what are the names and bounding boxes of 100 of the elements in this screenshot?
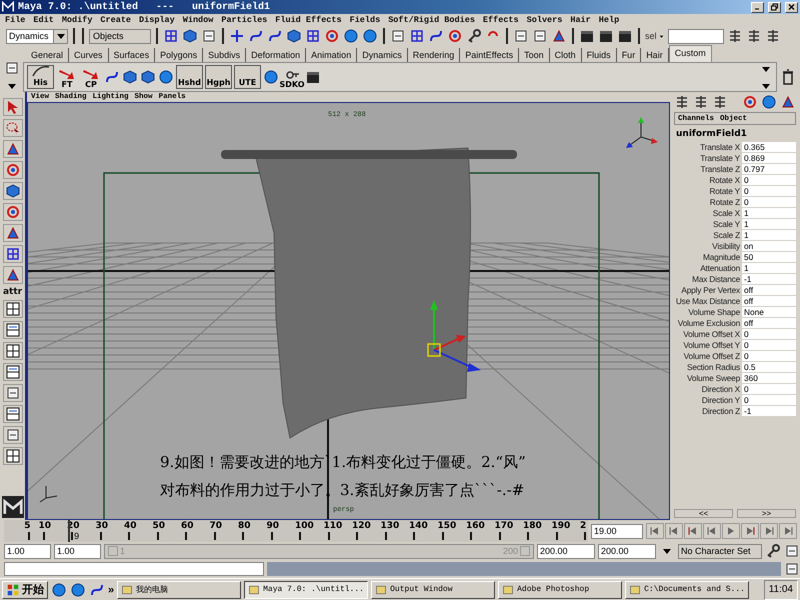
cube-icon[interactable] [286,28,302,44]
attribute-tool-label[interactable]: attr [2,287,22,297]
trash-icon[interactable] [780,69,796,85]
attribute-value-field[interactable]: 360 [742,373,796,383]
attribute-value-field[interactable]: 0 [742,329,796,339]
attribute-value-field[interactable]: 0 [742,351,796,361]
attribute-value-field[interactable]: 1 [742,219,796,229]
sphere-icon[interactable] [158,69,174,85]
playback-button[interactable] [646,523,664,539]
attribute-value-field[interactable]: 0 [742,186,796,196]
menu-item[interactable]: Hair [570,15,591,25]
sphere-icon[interactable] [70,582,86,598]
curve-icon[interactable] [248,28,264,44]
cloth-on-pole-drawing[interactable] [221,148,517,438]
start-button[interactable]: 开始 [2,580,48,598]
menu-item[interactable]: Solvers [526,15,562,25]
attribute-value-field[interactable]: 1 [742,208,796,218]
attribute-value-field[interactable]: 0 [742,395,796,405]
attribute-value-field[interactable]: 1 [742,230,796,240]
sphere-icon[interactable] [761,94,777,110]
menu-item[interactable]: Fluid Effects [275,15,342,25]
end-time-field[interactable]: 200.00 [598,544,656,558]
shelf-button[interactable]: FT [56,65,78,89]
attribute-value-field[interactable]: 1 [742,263,796,273]
menu-item[interactable]: Effects [482,15,519,25]
playback-start-field[interactable]: 1.00 [54,544,101,558]
cube-icon[interactable] [122,69,138,85]
attribute-value-field[interactable]: 0.5 [742,362,796,372]
quick-select-label[interactable]: sel [645,31,665,41]
command-line-field[interactable] [4,562,264,576]
menu-item[interactable]: Display [139,15,175,25]
playback-end-field[interactable]: 200.00 [537,544,595,558]
quick-select-field[interactable] [668,28,724,44]
move-manipulator-drawing[interactable] [427,300,481,372]
clapperboard-icon[interactable] [598,28,614,44]
taskbar-item[interactable]: Maya 7.0: .\untitl... [244,580,368,598]
shelf-button[interactable]: UTE [234,65,261,89]
start-time-field[interactable]: 1.00 [4,544,51,558]
layer-nav-button[interactable]: << [674,509,733,518]
sphere-icon[interactable] [343,28,359,44]
selection-mode-field[interactable]: Objects [89,28,151,44]
grid-icon[interactable] [163,28,179,44]
key-icon[interactable] [765,543,781,559]
grid-icon[interactable] [409,28,425,44]
current-time-field[interactable]: 19.00 [591,524,643,538]
menu-item[interactable]: Fields [350,15,380,25]
attribute-value-field[interactable]: 0 [742,175,796,185]
attribute-value-field[interactable]: off [742,296,796,306]
playback-button[interactable] [779,523,797,539]
clapperboard-icon[interactable] [305,69,321,85]
playback-button[interactable] [684,523,702,539]
menu-item[interactable]: Create [100,15,132,25]
shelf-button[interactable]: Hshd [176,65,203,89]
sphere-icon[interactable] [263,69,279,85]
cube-icon[interactable] [140,69,156,85]
attribute-value-field[interactable]: None [742,307,796,317]
menu-item[interactable]: Window [182,15,214,25]
minimize-button[interactable] [751,2,764,12]
attribute-value-field[interactable]: 0 [742,340,796,350]
shelf-tab[interactable]: Custom [668,45,712,62]
shelf-button[interactable]: CP [80,65,102,89]
menu-item[interactable]: Edit [33,15,54,25]
taskbar-item[interactable]: Adobe Photoshop [498,580,622,598]
shelf-button[interactable]: SDKO [281,65,303,89]
taskbar-item[interactable]: 我的电脑 [117,580,242,598]
attribute-value-field[interactable]: -1 [742,274,796,284]
maximize-button[interactable] [768,2,781,12]
attribute-value-field[interactable]: off [742,318,796,328]
attribute-value-field[interactable]: on [742,241,796,251]
view-axis-icon[interactable] [626,117,658,148]
sphere-icon[interactable] [51,582,67,598]
menu-item[interactable]: Soft/Rigid Bodies [388,15,475,25]
attribute-value-field[interactable]: 0 [742,384,796,394]
attribute-value-field[interactable]: 0 [742,197,796,207]
attribute-value-field[interactable]: 0.365 [742,142,796,152]
clapperboard-icon[interactable] [617,28,633,44]
more-quick-launch-button[interactable]: » [108,584,114,596]
layer-nav-button[interactable]: >> [737,509,796,518]
playback-button[interactable] [722,523,740,539]
attribute-value-field[interactable]: 0.797 [742,164,796,174]
taskbar-item[interactable]: C:\Documents and S... [625,580,750,598]
curve-icon[interactable] [267,28,283,44]
menu-item[interactable]: Help [598,15,620,25]
menu-set-dropdown[interactable]: Dynamics [6,28,68,44]
attribute-value-field[interactable]: -1 [742,406,796,416]
taskbar-item[interactable]: Output Window [371,580,496,598]
playback-button[interactable] [703,523,721,539]
menu-item[interactable]: Modify [62,15,92,25]
clapperboard-icon[interactable] [579,28,595,44]
sphere-icon[interactable] [362,28,378,44]
close-button[interactable] [785,2,798,12]
menu-item[interactable]: File [5,15,26,25]
shelf-button[interactable]: Hgph [205,65,232,89]
plus-icon[interactable] [229,28,245,44]
playback-button[interactable] [760,523,778,539]
character-set-field[interactable]: No Character Set [678,544,762,558]
curve-icon[interactable] [428,28,444,44]
playback-button[interactable] [741,523,759,539]
key-icon[interactable] [466,28,482,44]
attribute-value-field[interactable]: 50 [742,252,796,262]
